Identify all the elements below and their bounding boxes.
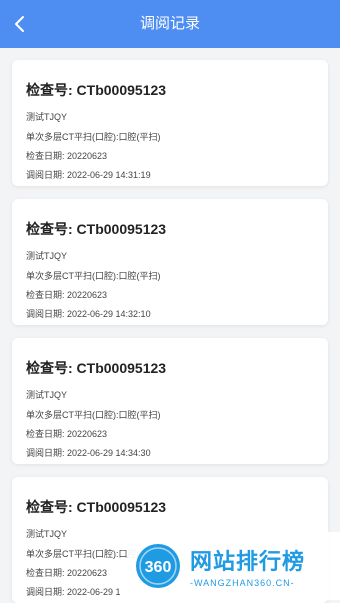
exam-date: 检查日期: 20220623	[26, 290, 108, 300]
exam-date: 检查日期: 20220623	[26, 429, 108, 439]
patient-name: 测试TJQY	[26, 529, 68, 539]
record-card[interactable]: 检查号: CTb00095123 测试TJQY 单次多层CT平扫(口腔):口腔(…	[12, 199, 328, 325]
access-time: 调阅日期: 2022-06-29 14:32:10	[26, 309, 151, 319]
exam-item: 单次多层CT平扫(口腔):口腔(平扫)	[26, 271, 161, 281]
exam-item: 单次多层CT平扫(口腔):口腔(平扫)	[26, 132, 161, 142]
exam-number: 检查号: CTb00095123	[26, 221, 167, 237]
exam-item: 单次多层CT平扫(口腔):口腔(平扫)	[26, 410, 161, 420]
patient-name: 测试TJQY	[26, 390, 68, 400]
exam-date: 检查日期: 20220623	[26, 151, 108, 161]
patient-name: 测试TJQY	[26, 251, 68, 261]
patient-name: 测试TJQY	[26, 112, 68, 122]
top-nav-bar: 调阅记录	[0, 0, 340, 48]
access-time: 调阅日期: 2022-06-29 1	[26, 587, 121, 597]
exam-number: 检查号: CTb00095123	[26, 499, 167, 515]
record-card[interactable]: 检查号: CTb00095123 测试TJQY 单次多层CT平扫(口腔):口腔(…	[12, 477, 328, 603]
chevron-left-icon	[15, 16, 24, 32]
record-list: 检查号: CTb00095123 测试TJQY 单次多层CT平扫(口腔):口腔(…	[0, 48, 340, 603]
back-button[interactable]	[8, 12, 32, 36]
exam-number: 检查号: CTb00095123	[26, 360, 167, 376]
exam-item: 单次多层CT平扫(口腔):口腔(平扫)	[26, 549, 161, 559]
exam-number: 检查号: CTb00095123	[26, 82, 167, 98]
access-time: 调阅日期: 2022-06-29 14:31:19	[26, 170, 151, 180]
page-title: 调阅记录	[139, 15, 200, 32]
record-card[interactable]: 检查号: CTb00095123 测试TJQY 单次多层CT平扫(口腔):口腔(…	[12, 60, 328, 186]
record-card[interactable]: 检查号: CTb00095123 测试TJQY 单次多层CT平扫(口腔):口腔(…	[12, 338, 328, 464]
access-time: 调阅日期: 2022-06-29 14:34:30	[26, 448, 151, 458]
exam-date: 检查日期: 20220623	[26, 568, 108, 578]
